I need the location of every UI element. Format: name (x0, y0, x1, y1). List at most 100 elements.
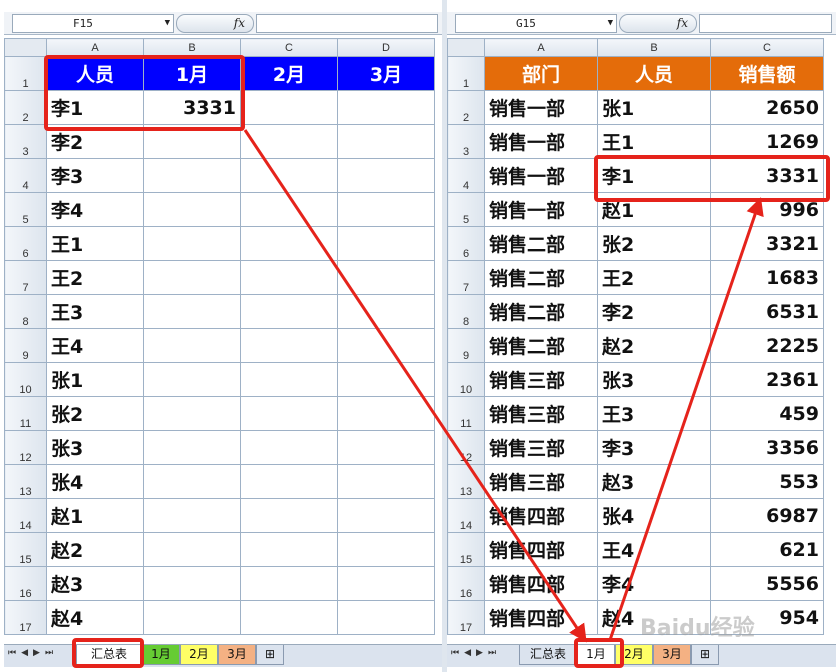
cell[interactable]: 李1 (46, 90, 144, 125)
function-icon[interactable]: fx (234, 15, 245, 32)
cell[interactable] (143, 328, 241, 363)
header-cell[interactable]: 3月 (337, 56, 435, 91)
cell[interactable] (143, 498, 241, 533)
cell[interactable]: 销售一部 (484, 90, 598, 125)
row-header[interactable]: 10 (4, 362, 47, 397)
row-header[interactable]: 6 (4, 226, 47, 261)
row-header[interactable]: 11 (4, 396, 47, 431)
cell[interactable]: 1683 (710, 260, 824, 295)
cell[interactable] (240, 158, 338, 193)
cell[interactable]: 张4 (597, 498, 711, 533)
header-cell[interactable]: 部门 (484, 56, 598, 91)
cell[interactable] (143, 566, 241, 601)
cell[interactable]: 王4 (46, 328, 144, 363)
cell[interactable]: 2225 (710, 328, 824, 363)
cell[interactable]: 李2 (46, 124, 144, 159)
cell[interactable]: 销售二部 (484, 226, 598, 261)
column-header[interactable]: B (143, 38, 241, 57)
row-header[interactable]: 2 (4, 90, 47, 125)
cell[interactable] (143, 226, 241, 261)
row-header[interactable]: 15 (447, 532, 485, 567)
cell[interactable]: 张4 (46, 464, 144, 499)
header-cell[interactable]: 1月 (143, 56, 241, 91)
cell[interactable] (240, 464, 338, 499)
row-header[interactable]: 17 (447, 600, 485, 635)
cell[interactable] (337, 158, 435, 193)
cell[interactable]: 3331 (143, 90, 241, 125)
cell[interactable]: 5556 (710, 566, 824, 601)
cell[interactable] (337, 464, 435, 499)
row-header[interactable]: 4 (4, 158, 47, 193)
sheet-tab[interactable]: 汇总表 (76, 645, 142, 665)
header-cell[interactable]: 销售额 (710, 56, 824, 91)
column-header[interactable]: D (337, 38, 435, 57)
cell[interactable]: 赵2 (597, 328, 711, 363)
cell[interactable]: 销售一部 (484, 158, 598, 193)
sheet-tab[interactable]: 2月 (615, 645, 653, 665)
row-header[interactable]: 3 (4, 124, 47, 159)
row-header[interactable]: 4 (447, 158, 485, 193)
cell[interactable]: 3356 (710, 430, 824, 465)
cell[interactable]: 赵1 (46, 498, 144, 533)
row-header[interactable]: 11 (447, 396, 485, 431)
cell[interactable]: 张1 (597, 90, 711, 125)
cell[interactable] (143, 192, 241, 227)
cell[interactable] (337, 600, 435, 635)
function-icon[interactable]: fx (677, 15, 688, 32)
cell[interactable]: 2650 (710, 90, 824, 125)
cell[interactable]: 张3 (597, 362, 711, 397)
cell[interactable]: 王1 (597, 124, 711, 159)
name-box[interactable]: F15 ▼ (12, 14, 174, 33)
cell[interactable] (240, 498, 338, 533)
cell[interactable] (143, 600, 241, 635)
cell[interactable]: 销售二部 (484, 260, 598, 295)
cell[interactable] (143, 158, 241, 193)
cell[interactable]: 销售二部 (484, 294, 598, 329)
cell[interactable]: 销售四部 (484, 532, 598, 567)
cell[interactable] (143, 396, 241, 431)
cell[interactable] (143, 294, 241, 329)
row-header[interactable]: 14 (447, 498, 485, 533)
row-header[interactable]: 13 (447, 464, 485, 499)
sheet-tab[interactable]: 1月 (142, 645, 180, 665)
chevron-down-icon[interactable]: ▼ (548, 15, 613, 32)
row-header[interactable]: 7 (4, 260, 47, 295)
row-header[interactable]: 7 (447, 260, 485, 295)
row-header[interactable]: 2 (447, 90, 485, 125)
cell[interactable] (240, 600, 338, 635)
cell[interactable]: 1269 (710, 124, 824, 159)
row-header[interactable]: 3 (447, 124, 485, 159)
cell[interactable] (240, 396, 338, 431)
cell[interactable]: 王4 (597, 532, 711, 567)
cell[interactable]: 张1 (46, 362, 144, 397)
cell[interactable] (143, 532, 241, 567)
cell[interactable] (337, 124, 435, 159)
cell[interactable] (337, 260, 435, 295)
sheet-tab[interactable]: 3月 (218, 645, 256, 665)
sheet-tab[interactable]: 1月 (577, 645, 615, 665)
cell[interactable]: 6987 (710, 498, 824, 533)
cell[interactable] (337, 566, 435, 601)
cell[interactable]: 王2 (46, 260, 144, 295)
cell[interactable] (337, 396, 435, 431)
row-header[interactable]: 8 (4, 294, 47, 329)
cell[interactable]: 销售一部 (484, 124, 598, 159)
insert-sheet-icon[interactable]: ⊞ (691, 645, 719, 665)
row-header[interactable]: 16 (4, 566, 47, 601)
cell[interactable] (337, 294, 435, 329)
sheet-tab[interactable]: 2月 (180, 645, 218, 665)
select-all-corner[interactable] (447, 38, 485, 57)
column-header[interactable]: A (484, 38, 598, 57)
cell[interactable] (240, 430, 338, 465)
row-header[interactable]: 6 (447, 226, 485, 261)
column-header[interactable]: A (46, 38, 144, 57)
row-header[interactable]: 10 (447, 362, 485, 397)
cell[interactable] (240, 532, 338, 567)
cell[interactable]: 销售三部 (484, 396, 598, 431)
cell[interactable]: 李2 (597, 294, 711, 329)
cell[interactable]: 销售四部 (484, 600, 598, 635)
cell[interactable] (337, 362, 435, 397)
insert-sheet-icon[interactable]: ⊞ (256, 645, 284, 665)
cell[interactable]: 销售三部 (484, 430, 598, 465)
cell[interactable] (240, 328, 338, 363)
